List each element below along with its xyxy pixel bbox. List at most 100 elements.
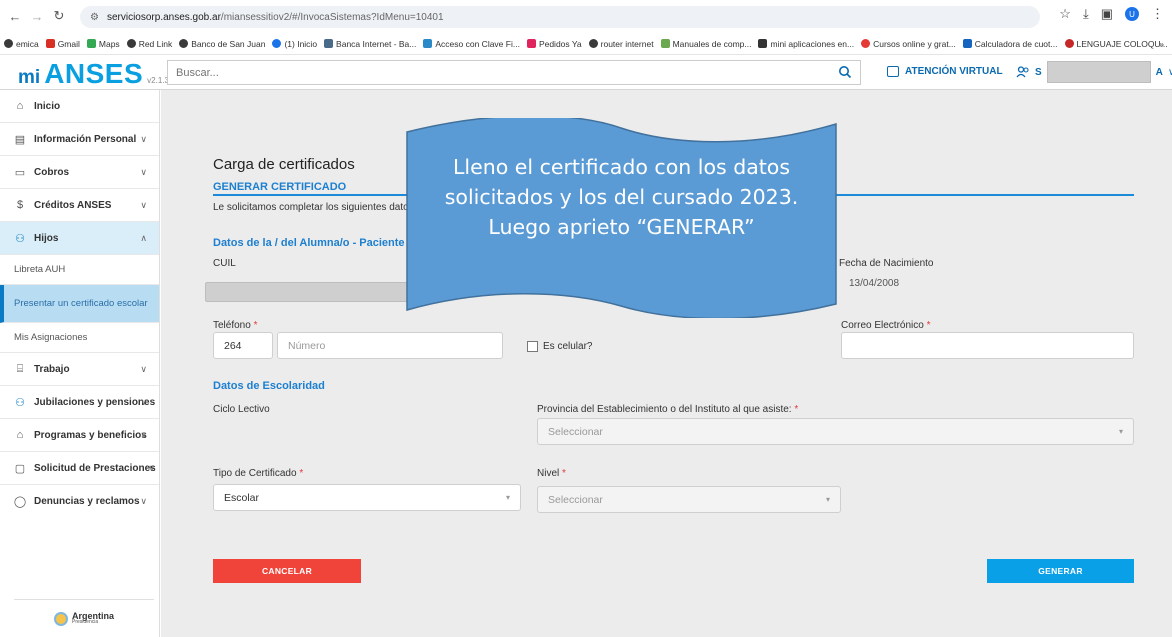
level-select[interactable]: Seleccionar ▾	[537, 486, 841, 513]
generate-button[interactable]: GENERAR	[987, 559, 1134, 583]
user-menu[interactable]: S A ∨	[1016, 61, 1172, 83]
download-icon[interactable]: ⤓	[1083, 6, 1089, 22]
back-icon[interactable]: ←	[4, 5, 26, 27]
sun-emblem-icon	[53, 611, 68, 626]
bookmark-item[interactable]: Banca Internet - Ba...	[324, 39, 416, 49]
instruction-callout: Lleno el certificado con los datos solic…	[405, 118, 838, 318]
checkbox-box[interactable]	[527, 341, 538, 352]
course-icon	[861, 39, 871, 48]
bookmark-item[interactable]: Manuales de comp...	[660, 39, 751, 49]
search-input[interactable]	[176, 66, 860, 79]
maps-icon	[86, 39, 96, 48]
phone-number-input[interactable]	[288, 339, 502, 352]
virtual-attention-button[interactable]: ATENCIÓN VIRTUAL	[887, 66, 1003, 77]
bookmark-item[interactable]: Red Link	[126, 39, 172, 49]
sidebar-item-solicitud[interactable]: ▢ Solicitud de Prestaciones ∨	[0, 452, 159, 485]
redacted-username	[1046, 61, 1151, 83]
monitor-icon	[887, 66, 899, 77]
bookmark-item[interactable]: LENGUAJE COLOQU...	[1064, 39, 1168, 49]
phone-area-input[interactable]	[224, 339, 272, 352]
anses-logo[interactable]: mi ANSES v2.1.3	[18, 58, 169, 90]
phone-area-field[interactable]	[213, 332, 273, 359]
sidebar-item-creditos[interactable]: $ Créditos ANSES ∨	[0, 189, 159, 222]
sidebar-item-jubilaciones[interactable]: ⚇ Jubilaciones y pensiones ∨	[0, 386, 159, 419]
sidebar-item-cobros[interactable]: ▭ Cobros ∨	[0, 156, 159, 189]
id-card-icon: ▤	[14, 133, 26, 146]
browser-toolbar: ← → ↻ ⚙ serviciosorp.anses.gob.ar /mians…	[0, 0, 1172, 33]
bookmark-item[interactable]: Calculadora de cuot...	[962, 39, 1058, 49]
cycle-label: Ciclo Lectivo	[213, 404, 270, 415]
address-bar[interactable]: ⚙ serviciosorp.anses.gob.ar /miansessiti…	[80, 6, 1040, 28]
is-mobile-checkbox[interactable]: Es celular?	[527, 341, 592, 352]
province-label: Provincia del Establecimiento o del Inst…	[537, 404, 799, 415]
browser-actions: ☆ ⤓ ▣ U ⋮	[1059, 6, 1164, 22]
logo-anses: ANSES	[44, 58, 144, 89]
birth-date-value: 13/04/2008	[849, 278, 900, 289]
sidebar-subitem-libreta-auh[interactable]: Libreta AUH	[0, 255, 159, 285]
caret-down-icon: ▾	[825, 495, 830, 504]
caret-down-icon: ▾	[1118, 427, 1123, 436]
search-icon[interactable]	[838, 65, 852, 79]
bookmark-item[interactable]: (1) Inicio	[272, 39, 317, 49]
globe-icon	[179, 39, 189, 48]
chevron-down-icon: ∨	[140, 430, 147, 440]
province-select[interactable]: Seleccionar ▾	[537, 418, 1134, 445]
cancel-button[interactable]: CANCELAR	[213, 559, 361, 583]
home-icon: ⌂	[16, 100, 24, 112]
sidebar: ⌂ Inicio ▤ Información Personal ∨ ▭ Cobros ∨ …	[0, 90, 160, 637]
intro-text: Le solicitamos completar los siguientes …	[213, 202, 409, 213]
phone-number-field[interactable]	[277, 332, 503, 359]
argentina-logo: Argentina Presidencia	[14, 599, 154, 637]
bookmark-item[interactable]: Pedidos Ya	[526, 39, 582, 49]
sidebar-item-informacion-personal[interactable]: ▤ Información Personal ∨	[0, 123, 159, 156]
sidebar-subitem-presentar-certificado[interactable]: Presentar un certificado escolar	[0, 285, 159, 323]
email-field[interactable]	[841, 332, 1134, 359]
book-icon	[660, 39, 670, 48]
bookmark-item[interactable]: Banco de San Juan	[179, 39, 265, 49]
section-student-title: Datos de la / del Alumna/o - Paciente	[213, 237, 405, 249]
globe-icon	[126, 39, 136, 48]
bookmark-item[interactable]: Acceso con Clave Fi...	[423, 39, 520, 49]
sidebar-item-trabajo[interactable]: ⌸ Trabajo ∨	[0, 353, 159, 386]
bookmark-star-icon[interactable]: ☆	[1059, 6, 1071, 22]
sidebar-item-denuncias[interactable]: ◯ Denuncias y reclamos ∨	[0, 485, 159, 518]
elderly-icon: ⚇	[15, 396, 25, 409]
gmail-icon	[45, 39, 55, 48]
sidebar-item-programas[interactable]: ⌂ Programas y beneficios ∨	[0, 419, 159, 452]
email-input[interactable]	[852, 339, 1133, 352]
calculator-icon	[962, 39, 972, 48]
bookmark-item[interactable]: mini aplicaciones en...	[758, 39, 854, 49]
bookmark-item[interactable]: Gmail	[45, 39, 80, 49]
chevron-down-icon: ∨	[140, 167, 147, 177]
menu-icon[interactable]: ⋮	[1151, 6, 1164, 22]
reload-icon[interactable]: ↻	[48, 5, 70, 27]
key-icon	[423, 39, 433, 48]
bookmark-item[interactable]: Maps	[86, 39, 120, 49]
chevron-down-icon: ∨	[140, 134, 147, 144]
cert-type-label: Tipo de Certificado *	[213, 468, 304, 479]
birth-date-label: Fecha de Nacimiento	[839, 258, 934, 269]
section-school-title: Datos de Escolaridad	[213, 380, 325, 392]
bookmark-item[interactable]: emica	[4, 39, 39, 49]
forward-icon[interactable]: →	[26, 5, 48, 27]
credit-icon: $	[16, 199, 24, 211]
sidepanel-icon[interactable]: ▣	[1101, 6, 1113, 22]
app-icon	[758, 39, 768, 48]
bookmark-item[interactable]: Cursos online y grat...	[861, 39, 956, 49]
sidebar-item-hijos[interactable]: ⚇ Hijos ∧	[0, 222, 159, 255]
cuil-label: CUIL	[213, 258, 236, 269]
site-info-icon[interactable]: ⚙	[90, 12, 99, 23]
bookmark-item[interactable]: router internet	[588, 39, 654, 49]
more-bookmarks-icon[interactable]: »	[1159, 39, 1164, 49]
search-box	[167, 60, 861, 85]
bookmarks-bar: emica Gmail Maps Red Link Banco de San J…	[0, 33, 1172, 55]
callout-text: Lleno el certificado con los datos solic…	[444, 155, 799, 239]
sidebar-subitem-mis-asignaciones[interactable]: Mis Asignaciones	[0, 323, 159, 353]
logo-mi: mi	[18, 67, 41, 88]
cert-type-select[interactable]: Escolar ▾	[213, 484, 521, 511]
briefcase-icon: ⌸	[16, 362, 24, 375]
building-icon: ⌂	[16, 429, 24, 441]
url-path: /miansessitiov2/#/InvocaSistemas?IdMenu=…	[220, 11, 444, 23]
profile-avatar[interactable]: U	[1125, 7, 1139, 21]
sidebar-item-inicio[interactable]: ⌂ Inicio	[0, 90, 159, 123]
